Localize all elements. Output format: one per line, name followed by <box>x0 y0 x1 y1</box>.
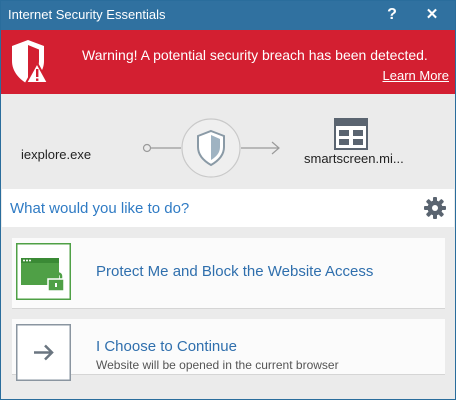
connection-flow: iexplore.exe smartscreen.mi... <box>1 94 455 189</box>
help-button[interactable]: ? <box>373 1 411 30</box>
question-text: What would you like to do? <box>10 200 190 217</box>
title-bar: Internet Security Essentials ? ✕ <box>1 1 455 30</box>
question-row: What would you like to do? <box>2 189 454 227</box>
gear-icon[interactable] <box>424 197 446 219</box>
continue-option-label: I Choose to Continue <box>96 338 237 355</box>
protect-option-label: Protect Me and Block the Website Access <box>96 263 374 280</box>
security-alert-window: Internet Security Essentials ? ✕ Warning… <box>0 0 456 400</box>
locked-browser-icon <box>16 243 71 300</box>
window-title: Internet Security Essentials <box>8 7 166 22</box>
close-button[interactable]: ✕ <box>413 1 451 30</box>
warning-banner: Warning! A potential security breach has… <box>1 30 455 94</box>
continue-option-description: Website will be opened in the current br… <box>96 358 339 372</box>
warning-message: Warning! A potential security breach has… <box>82 47 428 63</box>
protect-option[interactable]: Protect Me and Block the Website Access <box>12 238 445 309</box>
arrow-right-icon <box>16 324 71 381</box>
destination-site: smartscreen.mi... <box>304 151 404 166</box>
webpage-icon <box>334 118 368 150</box>
shield-warning-icon <box>12 40 49 84</box>
connection-arrow <box>142 118 280 178</box>
learn-more-link[interactable]: Learn More <box>383 68 449 83</box>
continue-option[interactable]: I Choose to Continue Website will be ope… <box>12 319 445 381</box>
